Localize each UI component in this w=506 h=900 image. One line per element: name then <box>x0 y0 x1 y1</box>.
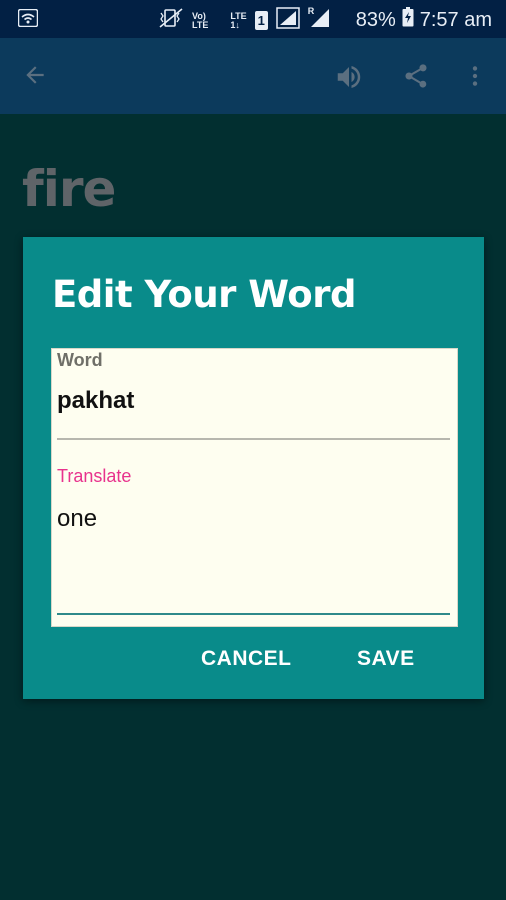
lte-indicator: LTE 1↓ <box>230 11 246 30</box>
signal-roaming-icon: R <box>308 7 330 34</box>
back-arrow-icon[interactable] <box>22 62 48 93</box>
cancel-button[interactable]: CANCEL <box>201 647 292 671</box>
wifi-notification-icon <box>17 8 39 32</box>
status-bar: Vo) LTE LTE 1↓ 1 R 83% 7:57 am <box>0 0 506 38</box>
word-heading: fire <box>22 160 116 218</box>
word-input[interactable] <box>57 387 451 415</box>
translate-field-label: Translate <box>57 466 132 486</box>
lte-bottom-text: 1↓ <box>230 19 240 30</box>
word-field-label: Word <box>57 350 103 370</box>
save-button[interactable]: SAVE <box>357 647 415 671</box>
battery-percent: 83% <box>355 8 396 31</box>
translate-input[interactable] <box>57 505 451 533</box>
volte-indicator: Vo) LTE <box>192 11 209 30</box>
share-icon[interactable] <box>402 62 430 95</box>
app-bar <box>0 38 506 114</box>
vibrate-icon <box>158 7 184 34</box>
form-card: Word Translate <box>51 348 458 627</box>
sim-number-badge: 1 <box>254 11 268 30</box>
edit-word-dialog: Edit Your Word Word Translate CANCEL SAV… <box>23 237 484 699</box>
status-icons: Vo) LTE LTE 1↓ 1 R <box>158 7 330 34</box>
status-right: 83% 7:57 am <box>356 7 492 33</box>
volte-bottom-text: LTE <box>192 19 209 30</box>
translate-input-underline <box>57 613 450 615</box>
dialog-title: Edit Your Word <box>52 273 356 316</box>
more-vert-icon[interactable] <box>462 62 488 95</box>
volume-icon[interactable] <box>332 62 366 97</box>
clock: 7:57 am <box>419 8 492 31</box>
word-input-underline <box>57 438 450 440</box>
roaming-badge: R <box>307 6 315 16</box>
signal-icon <box>275 7 300 34</box>
battery-charging-icon <box>402 7 414 33</box>
